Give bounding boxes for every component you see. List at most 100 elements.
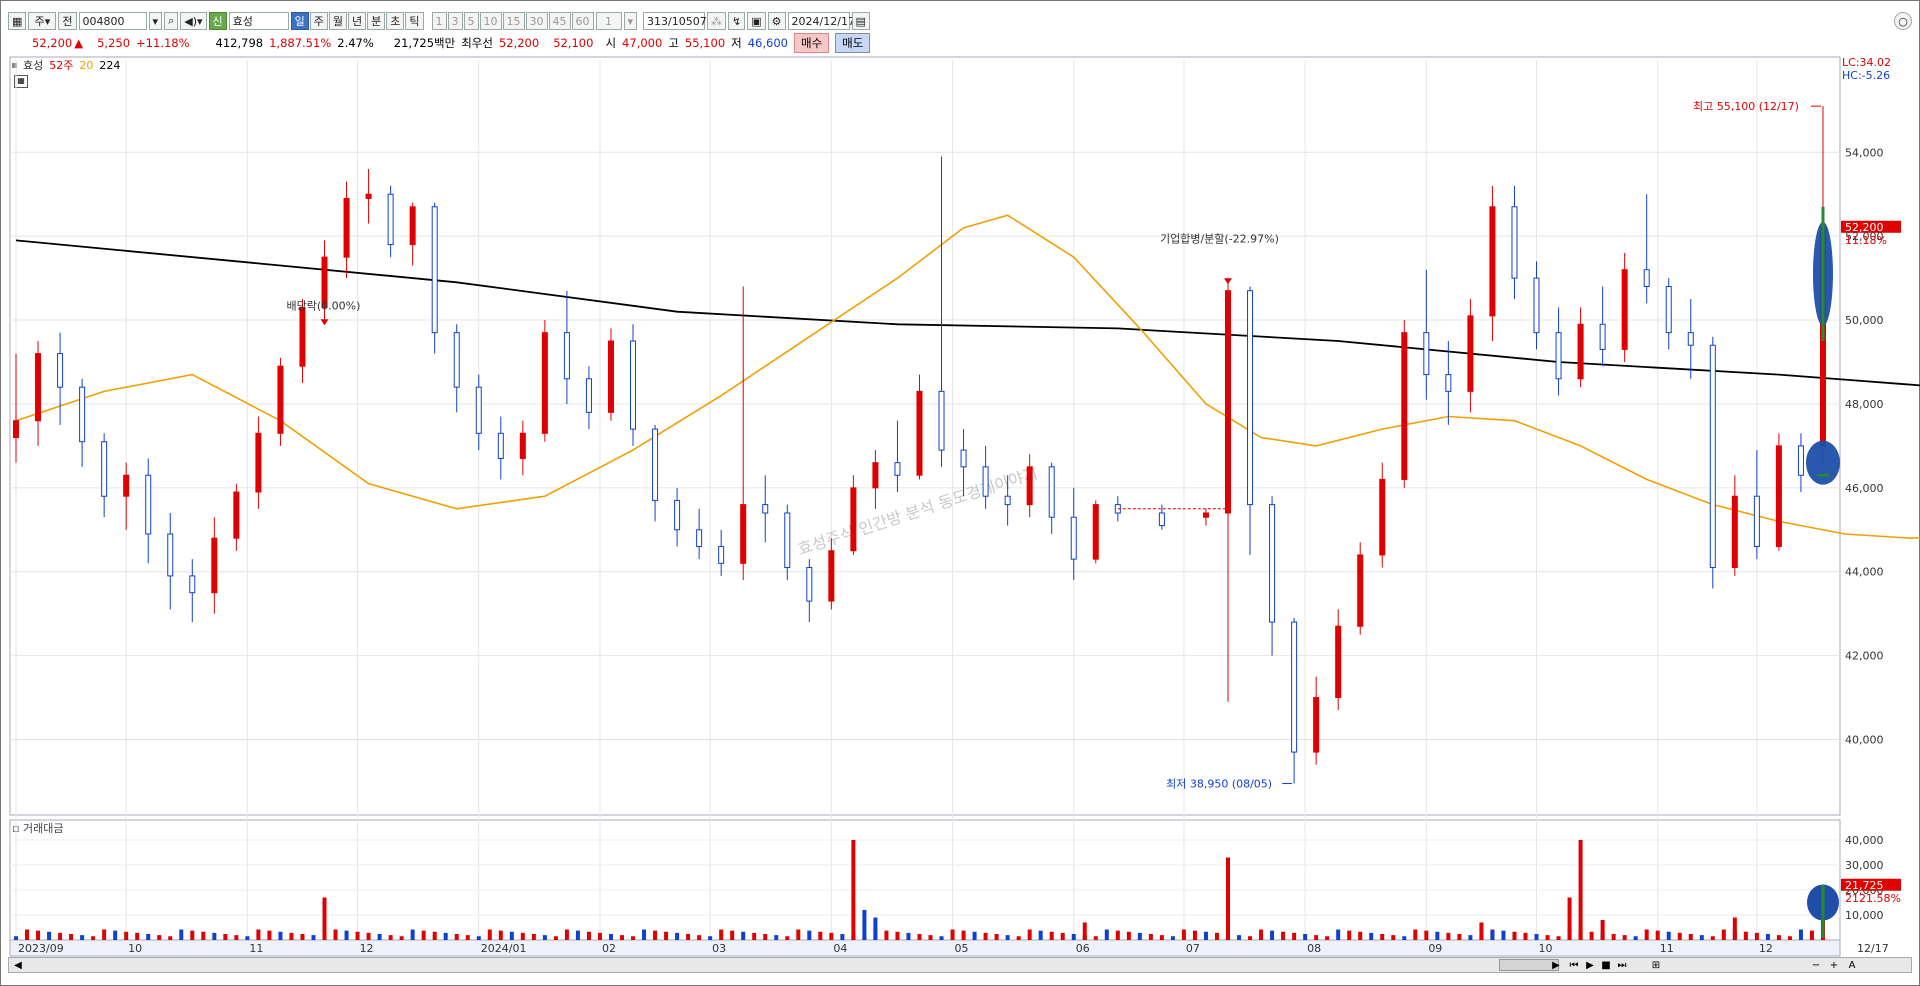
candle-body (1687, 332, 1694, 346)
scroll-left-icon[interactable]: ◀ (11, 958, 25, 972)
candle-body (1599, 323, 1606, 350)
candle-body (1401, 332, 1408, 480)
volume-bar (300, 934, 305, 940)
candle-body (387, 193, 394, 246)
volume-bar (697, 935, 702, 940)
tool-icon[interactable]: ⊞ (1649, 958, 1663, 972)
candle-body (784, 512, 791, 569)
volume-bar (377, 934, 382, 940)
horizontal-scrollbar[interactable]: ◀ ▶ ⏮ ▶ ■ ⏭ ⊞ − + A (8, 957, 1912, 973)
volume-bar (124, 931, 129, 940)
volume-bar (818, 931, 823, 940)
rewind-icon[interactable]: ⏮ (1567, 958, 1581, 972)
volume-last-pct: 2121.58% (1845, 892, 1901, 905)
date-axis-strip (9, 939, 1841, 957)
zoom-out-icon[interactable]: − (1809, 958, 1823, 972)
candle-body (1665, 286, 1672, 334)
x-tick-label: 12 (360, 942, 374, 955)
volume-bar (443, 932, 448, 940)
candle-body (1269, 504, 1276, 623)
watermark: 효성주식 인간방 분석 동도경제이야기 (795, 463, 1039, 559)
volume-bar (653, 930, 658, 940)
candle-body (167, 533, 174, 577)
stop-icon[interactable]: ■ (1599, 958, 1613, 972)
volume-bar (1468, 935, 1473, 940)
candle-body (1533, 277, 1540, 334)
x-tick-label: 12 (1759, 942, 1773, 955)
volume-bar (730, 930, 735, 940)
candle-body (872, 462, 879, 489)
volume-bar (686, 934, 691, 940)
candle-body (585, 378, 592, 413)
volume-bar (267, 930, 272, 940)
scroll-right-icon[interactable]: ▶ (1549, 958, 1563, 972)
candle-body (982, 466, 989, 497)
price-chart[interactable]: 54,00052,00050,00048,00046,00044,00042,0… (0, 0, 1920, 986)
volume-bar (807, 930, 812, 940)
volume-bar (1798, 929, 1803, 940)
volume-bar (961, 930, 966, 940)
fast-forward-icon[interactable]: ⏭ (1615, 958, 1629, 972)
candle-body (740, 504, 747, 564)
volume-bar (80, 935, 85, 940)
x-tick-label: 10 (128, 942, 142, 955)
annotation-dividend: 배당락(0.00%) (287, 299, 361, 312)
volume-bar (1743, 931, 1748, 940)
play-icon[interactable]: ▶ (1583, 958, 1597, 972)
candle-body (1621, 269, 1628, 350)
volume-bar (102, 929, 107, 940)
candle-body (453, 332, 460, 388)
candle-body (1202, 512, 1209, 518)
x-tick-label: 09 (1428, 942, 1442, 955)
volume-bar (1137, 932, 1142, 940)
volume-bar (1093, 936, 1098, 940)
volume-bar (1765, 934, 1770, 940)
candle-body (145, 474, 152, 535)
candle-body (35, 353, 42, 422)
volume-bar (1512, 931, 1517, 940)
candle-body (894, 462, 901, 476)
candle-body (299, 306, 306, 367)
volume-bar (774, 935, 779, 940)
volume-bar (1776, 935, 1781, 940)
candle-body (1026, 466, 1033, 506)
volume-bar (708, 936, 713, 940)
volume-bar (575, 930, 580, 940)
x-tick-label: 2024/01 (481, 942, 527, 955)
price-tick-label: 46,000 (1845, 482, 1884, 495)
candle-body (497, 432, 504, 459)
candle-body (79, 386, 86, 443)
volume-bar (895, 931, 900, 940)
x-tick-label: 11 (249, 942, 263, 955)
volume-bar (1325, 936, 1330, 940)
candle-body (1577, 323, 1584, 380)
zoom-in-icon[interactable]: + (1827, 958, 1841, 972)
price-tick-label: 44,000 (1845, 566, 1884, 579)
volume-bar (212, 932, 217, 940)
candle-body (1225, 290, 1231, 514)
volume-bar (388, 935, 393, 940)
candle-body (1291, 621, 1298, 753)
volume-spike-bar (873, 917, 878, 940)
candle-body (189, 575, 196, 594)
candle-body (255, 432, 262, 493)
candle-body (696, 529, 703, 548)
volume-bar (752, 932, 757, 940)
volume-bar (1270, 930, 1275, 940)
price-tick-label: 50,000 (1845, 314, 1884, 327)
auto-icon[interactable]: A (1845, 958, 1859, 972)
volume-bar (553, 936, 558, 940)
volume-bar (840, 934, 845, 940)
volume-bar (36, 930, 41, 940)
candle-body (101, 441, 108, 497)
price-tick-label: 54,000 (1845, 146, 1884, 159)
volume-bar (608, 934, 613, 940)
volume-bar (664, 931, 669, 940)
candle-body (1048, 466, 1055, 518)
x-tick-label: 10 (1539, 942, 1553, 955)
candle-body (828, 550, 835, 602)
volume-bar (542, 935, 547, 940)
candle-body (1775, 445, 1782, 548)
volume-bar (1721, 929, 1726, 940)
volume-bar (1181, 929, 1186, 940)
